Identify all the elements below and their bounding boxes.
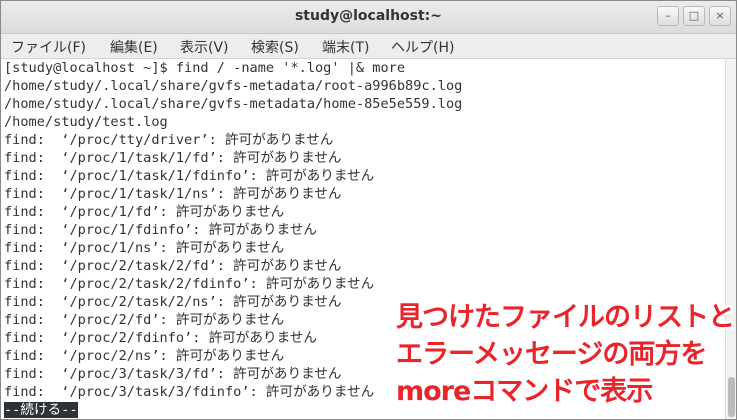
terminal-line: /home/study/.local/share/gvfs-metadata/h… — [4, 96, 463, 112]
minimize-button[interactable]: – — [657, 6, 679, 26]
annotation-line-3: moreコマンドで表示 — [396, 376, 653, 407]
terminal-line: find: ‘/proc/1/ns’: 許可がありません — [4, 240, 285, 256]
terminal-line: find: ‘/proc/2/fdinfo’: 許可がありません — [4, 330, 317, 346]
menu-edit[interactable]: 編集(E) — [110, 37, 158, 57]
terminal-line: find: ‘/proc/1/fd’: 許可がありません — [4, 204, 285, 220]
menu-help[interactable]: ヘルプ(H) — [391, 37, 454, 57]
terminal-line: find: ‘/proc/1/task/1/fdinfo’: 許可がありません — [4, 168, 375, 184]
terminal-line: find: ‘/proc/2/task/2/fdinfo’: 許可がありません — [4, 276, 375, 292]
terminal-line: find: ‘/proc/2/task/2/fd’: 許可がありません — [4, 258, 342, 274]
window-title: study@localhost:~ — [294, 8, 443, 24]
terminal-line: find: ‘/proc/1/fdinfo’: 許可がありません — [4, 222, 317, 238]
terminal-line: find: ‘/proc/2/task/2/ns’: 許可がありません — [4, 294, 342, 310]
annotation-line-1: 見つけたファイルのリストと — [396, 302, 735, 333]
menu-bar: ファイル(F) 編集(E) 表示(V) 検索(S) 端末(T) ヘルプ(H) — [1, 34, 736, 59]
terminal-line: find: ‘/proc/3/task/3/fdinfo’: 許可がありません — [4, 384, 375, 400]
terminal-line: find: ‘/proc/2/ns’: 許可がありません — [4, 348, 285, 364]
terminal-line: /home/study/test.log — [4, 114, 168, 130]
menu-view[interactable]: 表示(V) — [180, 37, 229, 57]
maximize-button[interactable]: □ — [683, 6, 705, 26]
terminal-scrollbar[interactable] — [725, 59, 736, 419]
menu-terminal[interactable]: 端末(T) — [322, 37, 369, 57]
terminal-line: find: ‘/proc/3/task/3/fd’: 許可がありません — [4, 366, 342, 382]
title-bar[interactable]: study@localhost:~ – □ × — [1, 1, 736, 34]
terminal-window: study@localhost:~ – □ × ファイル(F) 編集(E) 表示… — [0, 0, 737, 420]
terminal-line: find: ‘/proc/1/task/1/fd’: 許可がありません — [4, 150, 342, 166]
terminal-line: /home/study/.local/share/gvfs-metadata/r… — [4, 78, 463, 94]
terminal-line: find: ‘/proc/1/task/1/ns’: 許可がありません — [4, 186, 342, 202]
close-button[interactable]: × — [709, 6, 731, 26]
terminal-line: find: ‘/proc/tty/driver’: 許可がありません — [4, 132, 334, 148]
more-prompt: --続ける-- — [4, 402, 78, 418]
terminal-line: find: ‘/proc/2/fd’: 許可がありません — [4, 312, 285, 328]
annotation-line-2: エラーメッセージの両方を — [396, 339, 707, 370]
menu-search[interactable]: 検索(S) — [251, 37, 299, 57]
scrollbar-thumb[interactable] — [728, 377, 735, 417]
menu-file[interactable]: ファイル(F) — [11, 37, 86, 57]
terminal-line: [study@localhost ~]$ find / -name '*.log… — [4, 60, 406, 76]
